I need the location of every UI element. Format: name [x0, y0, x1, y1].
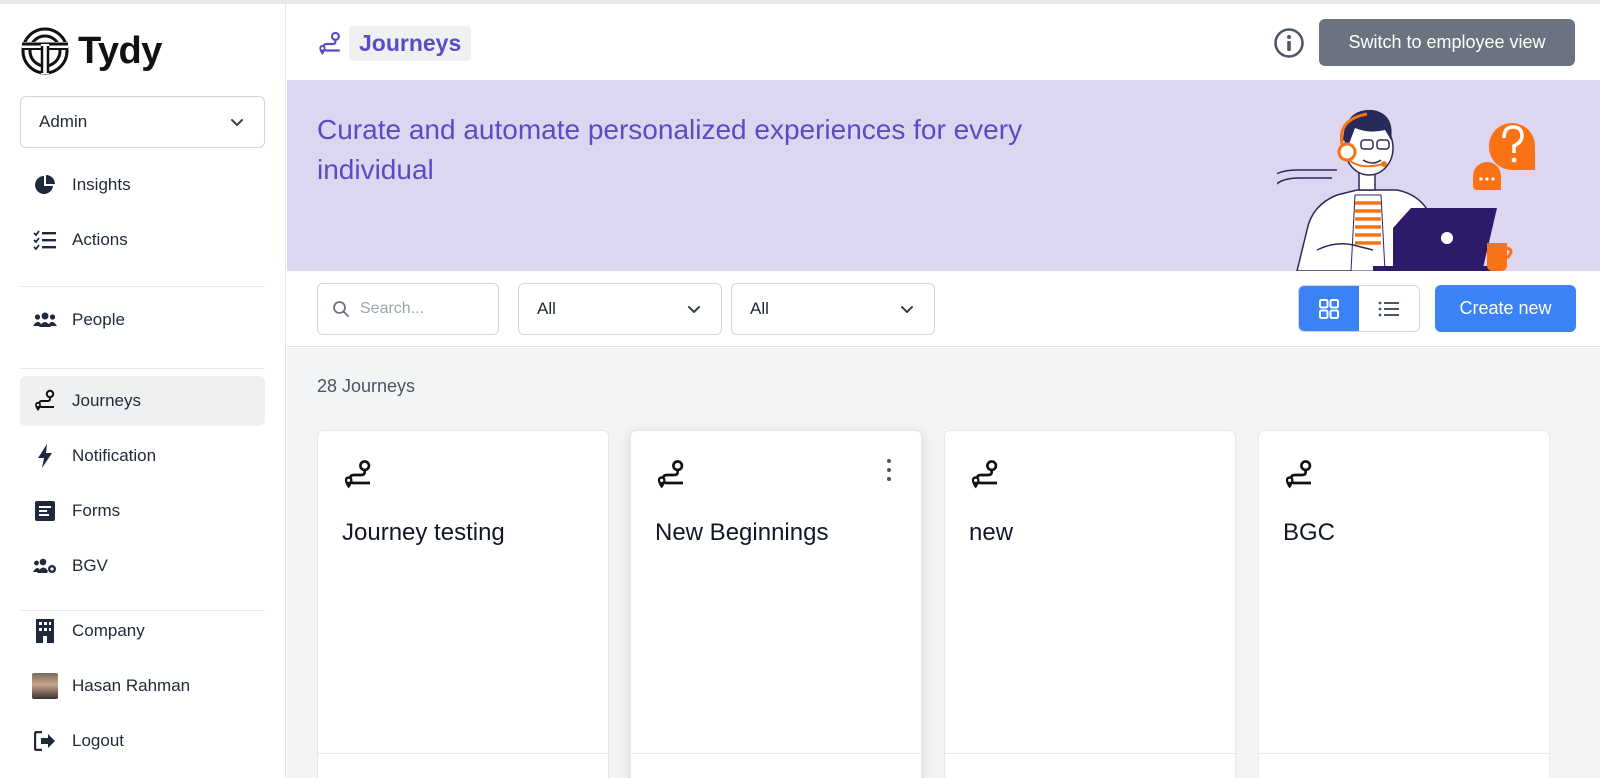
- pie-chart-icon: [32, 173, 58, 197]
- tydy-logo-icon: [21, 27, 69, 75]
- sidebar-item-forms[interactable]: Forms: [20, 486, 265, 536]
- filter-select-1[interactable]: All: [518, 283, 722, 335]
- users-gear-icon: [32, 554, 58, 578]
- sidebar-item-label: Insights: [72, 175, 131, 194]
- list-view-button[interactable]: [1359, 286, 1419, 331]
- route-icon: [319, 31, 340, 55]
- sidebar-divider: [20, 286, 265, 287]
- role-select[interactable]: Admin: [20, 96, 265, 148]
- toolbar: All All Create new: [287, 271, 1600, 347]
- journeys-list: 28 Journeys Journey testing New Beginnin…: [287, 348, 1600, 778]
- sidebar-item-profile[interactable]: Hasan Rahman: [20, 661, 265, 711]
- sidebar-item-label: Actions: [72, 230, 128, 249]
- sidebar-item-company[interactable]: Company: [20, 606, 265, 656]
- app-logo[interactable]: Tydy: [20, 26, 162, 76]
- page-header: Journeys Switch to employee view: [287, 4, 1600, 80]
- info-icon: [1274, 28, 1304, 58]
- logout-icon: [32, 729, 58, 753]
- info-button[interactable]: [1272, 26, 1306, 60]
- filter-select-2[interactable]: All: [731, 283, 935, 335]
- route-icon: [1285, 460, 1312, 489]
- filter-select-value: All: [750, 299, 769, 318]
- grid-icon: [1319, 298, 1339, 319]
- sidebar-item-label: Forms: [72, 501, 121, 520]
- card-footer-divider: [318, 753, 608, 754]
- sidebar-item-label: Hasan Rahman: [72, 676, 191, 695]
- journey-card[interactable]: New Beginnings: [630, 430, 922, 778]
- app-name: Tydy: [78, 29, 162, 72]
- sidebar-item-people[interactable]: People: [20, 295, 265, 345]
- sidebar-item-label: Logout: [72, 731, 124, 750]
- card-footer-divider: [945, 753, 1235, 754]
- sidebar-item-label: People: [72, 310, 125, 329]
- building-icon: [32, 619, 58, 643]
- avatar: [32, 673, 58, 699]
- create-new-button[interactable]: Create new: [1435, 285, 1576, 332]
- route-icon: [344, 460, 371, 489]
- journeys-count: 28 Journeys: [317, 376, 416, 396]
- sidebar-item-actions[interactable]: Actions: [20, 215, 265, 265]
- journey-card[interactable]: Journey testing: [317, 430, 609, 778]
- sidebar-item-label: Journeys: [72, 391, 141, 410]
- sidebar-item-insights[interactable]: Insights: [20, 160, 265, 210]
- sidebar-divider: [20, 368, 265, 369]
- grid-view-button[interactable]: [1299, 286, 1359, 331]
- page-title-text: Journeys: [349, 26, 472, 61]
- users-icon: [32, 308, 58, 332]
- sidebar: Tydy Admin Insights Actions People Journ…: [0, 4, 286, 778]
- support-agent-illustration: [1277, 109, 1535, 271]
- search-input[interactable]: [360, 300, 480, 318]
- view-toggle: [1298, 285, 1420, 332]
- sidebar-item-journeys[interactable]: Journeys: [20, 376, 265, 426]
- route-icon: [32, 389, 58, 413]
- journey-card[interactable]: BGC: [1258, 430, 1550, 778]
- bolt-icon: [32, 444, 58, 468]
- hero-banner: Curate and automate personalized experie…: [287, 80, 1600, 271]
- route-icon: [971, 460, 998, 489]
- checklist-icon: [32, 228, 58, 252]
- card-footer-divider: [1259, 753, 1549, 754]
- journey-card-title: New Beginnings: [655, 519, 829, 546]
- list-icon: [1378, 301, 1399, 316]
- page-title: Journeys: [317, 26, 472, 61]
- switch-to-employee-view-button[interactable]: Switch to employee view: [1319, 19, 1575, 66]
- journey-card-title: BGC: [1283, 519, 1336, 546]
- route-icon: [657, 460, 684, 489]
- sidebar-item-bgv[interactable]: BGV: [20, 541, 265, 591]
- banner-text: Curate and automate personalized experie…: [317, 114, 1023, 185]
- form-icon: [32, 499, 58, 523]
- sidebar-item-label: Notification: [72, 446, 157, 465]
- role-select-value: Admin: [39, 112, 88, 131]
- journey-card-title: Journey testing: [342, 519, 505, 546]
- card-footer-divider: [631, 753, 921, 754]
- search-icon: [333, 301, 349, 317]
- more-options-icon[interactable]: [885, 459, 893, 481]
- chevron-down-icon: [231, 119, 243, 126]
- avatar-wrapper: [32, 673, 58, 699]
- journey-card-title: new: [969, 519, 1014, 546]
- sidebar-item-notification[interactable]: Notification: [20, 431, 265, 481]
- journey-card[interactable]: new: [944, 430, 1236, 778]
- filter-select-value: All: [537, 299, 556, 318]
- sidebar-item-label: Company: [72, 621, 145, 640]
- sidebar-item-logout[interactable]: Logout: [20, 716, 265, 766]
- search-box: [317, 283, 499, 335]
- chevron-down-icon: [688, 306, 700, 313]
- sidebar-item-label: BGV: [72, 556, 108, 575]
- chevron-down-icon: [901, 306, 913, 313]
